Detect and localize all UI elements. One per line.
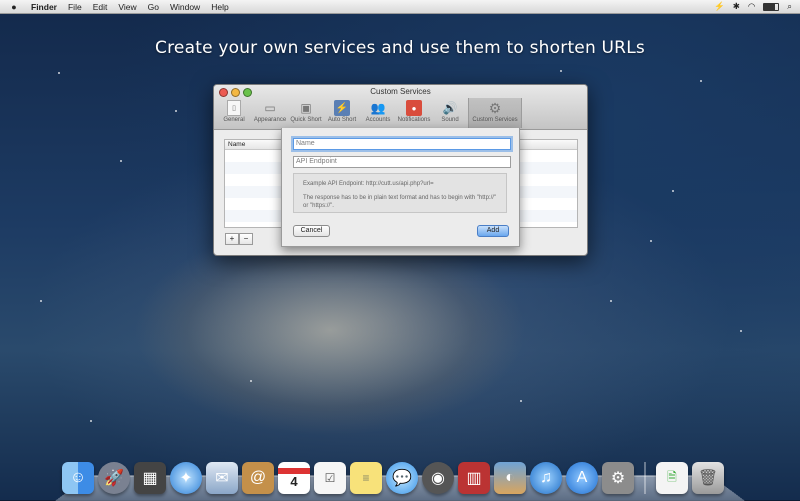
menu-finder[interactable]: Finder [31, 2, 57, 12]
notes-icon[interactable]: ≡ [350, 462, 382, 494]
tab-accounts[interactable]: 👥 Accounts [360, 98, 396, 128]
gear-icon: ⚙ [488, 99, 502, 116]
menu-bar: ● Finder File Edit View Go Window Help ⚡… [0, 0, 800, 14]
menu-go[interactable]: Go [148, 2, 159, 12]
tab-general-label: General [223, 117, 245, 123]
example-endpoint-text: Example API Endpoint: http://cutt.us/api… [303, 181, 434, 187]
facetime-icon[interactable]: ◉ [422, 462, 454, 494]
endpoint-help-box: Example API Endpoint: http://cutt.us/api… [293, 173, 507, 213]
remove-service-button[interactable]: − [239, 233, 253, 245]
finder-icon[interactable]: ☺ [62, 462, 94, 494]
system-preferences-icon[interactable]: ⚙ [602, 462, 634, 494]
menu-edit[interactable]: Edit [93, 2, 108, 12]
tab-appearance[interactable]: ▭ Appearance [252, 98, 288, 128]
launchpad-icon[interactable]: 🚀 [98, 462, 130, 494]
name-field[interactable]: Name [293, 138, 511, 150]
tab-accounts-label: Accounts [365, 117, 391, 123]
tab-appearance-label: Appearance [253, 117, 287, 123]
quick-short-icon: ▣ [300, 101, 312, 115]
tab-notifications[interactable]: ● Notifications [396, 98, 432, 128]
itunes-icon[interactable]: ♫ [530, 462, 562, 494]
calendar-icon[interactable]: 4 [278, 462, 310, 494]
menu-window[interactable]: Window [170, 2, 200, 12]
menu-view[interactable]: View [118, 2, 136, 12]
tab-notifications-label: Notifications [397, 117, 431, 123]
add-service-sheet: Name API Endpoint Example API Endpoint: … [281, 128, 520, 247]
reminders-icon[interactable]: ☑ [314, 462, 346, 494]
contacts-icon[interactable]: @ [242, 462, 274, 494]
tab-sound[interactable]: 🔊 Sound [432, 98, 468, 128]
api-endpoint-field[interactable]: API Endpoint [293, 156, 511, 168]
photo-booth-icon[interactable]: ▥ [458, 462, 490, 494]
app-store-icon[interactable]: A [566, 462, 598, 494]
tab-auto-short-label: Auto Short [327, 117, 357, 123]
dock: ☺ 🚀 ▦ ✦ ✉ @ 4 ☑ ≡ 💬 ◉ ▥ ◐ ♫ A ⚙ 🗎 🗑 [62, 452, 742, 494]
headline: Create your own services and use them to… [155, 38, 645, 58]
sound-icon: 🔊 [442, 101, 458, 115]
mission-control-icon[interactable]: ▦ [134, 462, 166, 494]
tab-quick-short[interactable]: ▣ Quick Short [288, 98, 324, 128]
menu-help[interactable]: Help [211, 2, 228, 12]
tab-auto-short[interactable]: ⚡ Auto Short [324, 98, 360, 128]
notifications-icon: ● [406, 100, 422, 116]
wifi-icon[interactable]: ◠ [748, 1, 755, 12]
apple-menu-icon[interactable]: ● [8, 2, 20, 12]
auto-short-icon: ⚡ [334, 100, 350, 116]
response-format-note: The response has to be in plain text for… [303, 195, 497, 209]
add-remove-controls: + − [225, 233, 253, 245]
messages-icon[interactable]: 💬 [386, 462, 418, 494]
spotlight-icon[interactable]: ⌕ [787, 1, 792, 12]
documents-icon[interactable]: 🗎 [656, 462, 688, 494]
calendar-day: 4 [290, 473, 298, 489]
add-button[interactable]: Add [477, 225, 509, 237]
cancel-button[interactable]: Cancel [293, 225, 330, 237]
tab-general[interactable]: ▯ General [216, 98, 252, 128]
battery-icon[interactable] [763, 2, 780, 11]
iphoto-icon[interactable]: ◐ [494, 462, 526, 494]
window-title: Custom Services [370, 87, 431, 96]
preferences-toolbar: ▯ General ▭ Appearance ▣ Quick Short ⚡ A… [214, 98, 587, 128]
trash-icon[interactable]: 🗑 [692, 462, 724, 494]
bolt-icon[interactable]: ⚡ [714, 1, 725, 12]
tab-custom-services[interactable]: ⚙ Custom Services [468, 98, 522, 128]
general-icon: ▯ [227, 100, 241, 116]
safari-icon[interactable]: ✦ [170, 462, 202, 494]
bluetooth-icon[interactable]: ✱ [733, 1, 740, 12]
menu-file[interactable]: File [68, 2, 82, 12]
tab-sound-label: Sound [441, 117, 459, 123]
tab-quick-short-label: Quick Short [290, 117, 322, 123]
tab-custom-services-label: Custom Services [472, 117, 518, 123]
title-bar: Custom Services ▯ General ▭ Appearance ▣… [214, 85, 587, 130]
dock-separator [644, 462, 646, 494]
add-service-button[interactable]: + [225, 233, 239, 245]
mail-icon[interactable]: ✉ [206, 462, 238, 494]
appearance-icon: ▭ [264, 101, 276, 115]
accounts-icon: 👥 [370, 101, 386, 115]
